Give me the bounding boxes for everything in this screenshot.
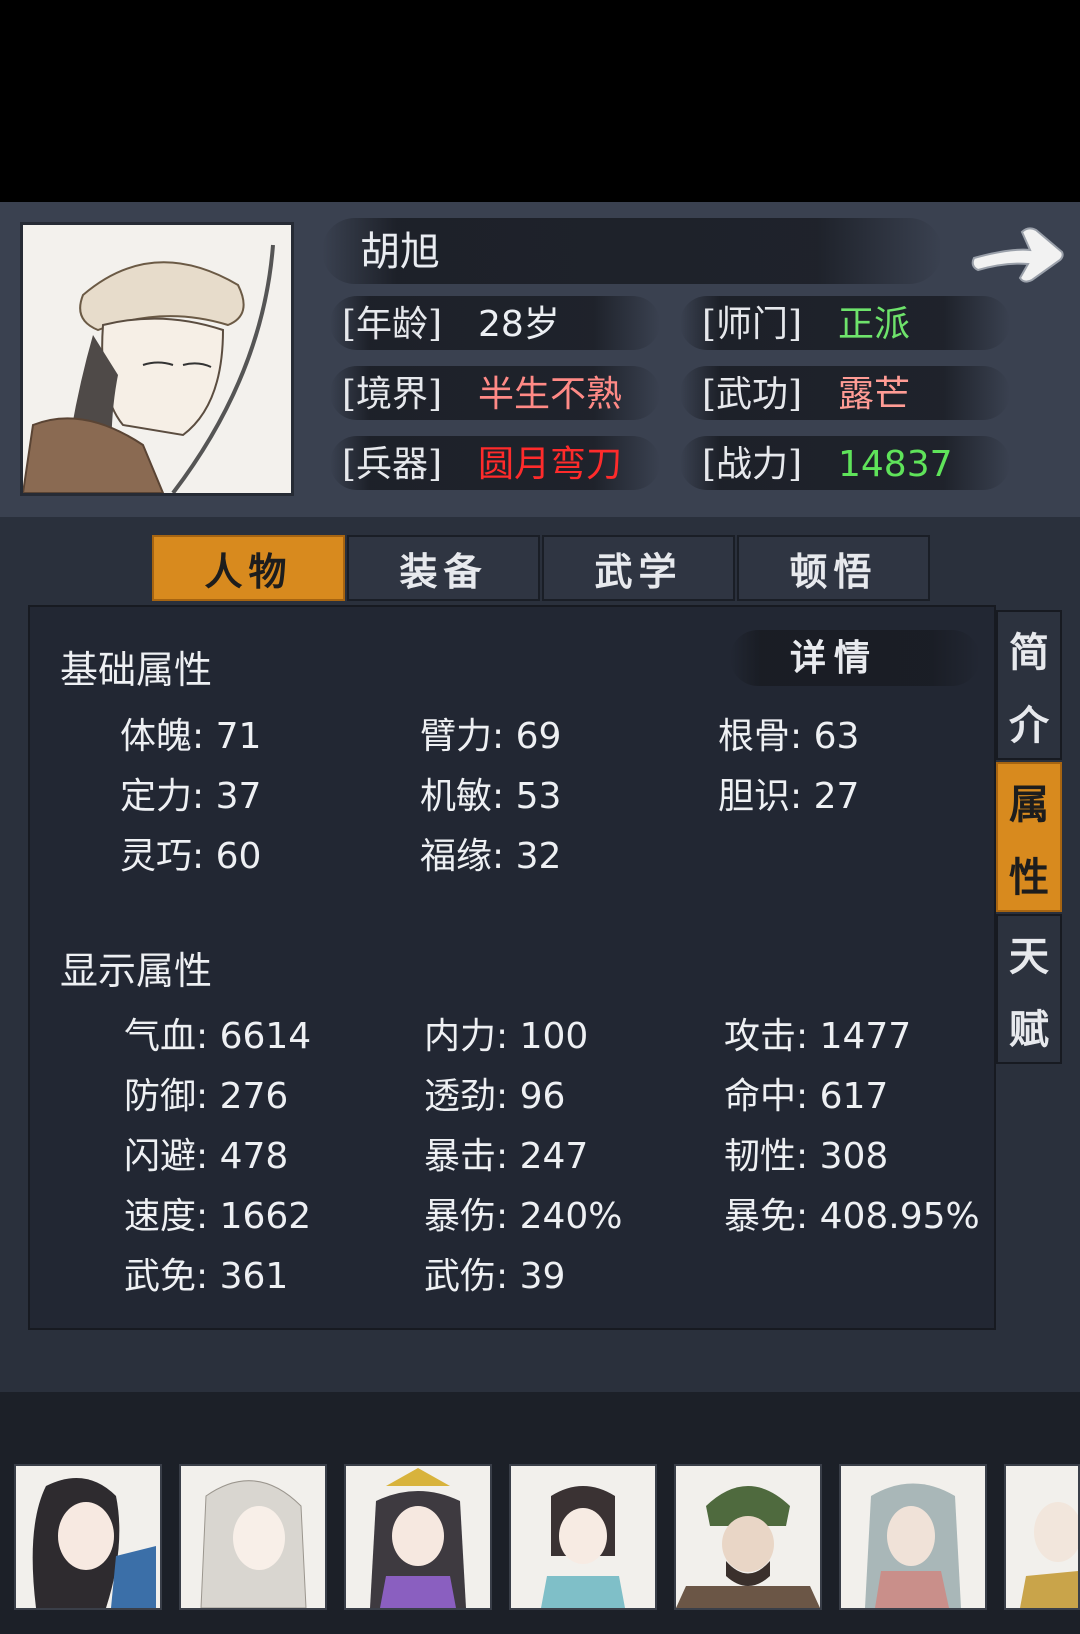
stat-dodge: 闪避: 478 [124,1136,289,1177]
tab-character[interactable]: 人物 [152,535,345,601]
tab-martial-arts[interactable]: 武学 [542,535,735,601]
stat-crit-resist: 暴免: 408.95% [724,1196,980,1237]
martial-art-label: [武功] [702,374,803,415]
side-tab-talent[interactable]: 天 赋 [996,914,1062,1064]
martial-art-value: 露芒 [838,374,911,415]
side-tab-talent-char-2: 赋 [1009,1005,1049,1053]
side-tab-attributes-char-2: 性 [1009,853,1049,901]
stat-bone: 根骨: 63 [718,716,860,757]
power-value: 14837 [838,444,953,485]
stat-composure: 定力: 37 [120,776,262,817]
portrait-illustration [23,225,291,493]
side-tab-attributes[interactable]: 属 性 [996,762,1062,912]
stat-physique: 体魄: 71 [120,716,262,757]
stat-penetration: 透劲: 96 [424,1076,566,1117]
side-tab-intro-char-1: 简 [1009,628,1049,676]
side-tab-attributes-char-1: 属 [1009,780,1049,828]
stat-fortune: 福缘: 32 [420,836,562,877]
stat-martial-damage: 武伤: 39 [424,1256,566,1297]
party-avatar-7[interactable] [1004,1464,1080,1610]
avatar-portrait-7 [1006,1466,1078,1608]
side-tab-intro[interactable]: 简 介 [996,610,1062,760]
party-avatar-5[interactable] [674,1464,822,1610]
party-avatar-2[interactable] [179,1464,327,1610]
party-avatar-3[interactable] [344,1464,492,1610]
next-arrow-icon[interactable] [970,218,1066,288]
stat-martial-resist: 武免: 361 [124,1256,289,1297]
side-tab-bar: 简 介 属 性 天 赋 [996,610,1062,1066]
avatar-portrait-4 [511,1466,655,1608]
avatar-portrait-1 [16,1466,160,1608]
character-name: 胡旭 [360,229,440,275]
stat-inner-power: 内力: 100 [424,1016,589,1057]
stat-agility: 机敏: 53 [420,776,562,817]
party-avatar-6[interactable] [839,1464,987,1610]
display-attributes-title: 显示属性 [60,949,213,993]
stat-arm-strength: 臂力: 69 [420,716,562,757]
stat-crit: 暴击: 247 [424,1136,589,1177]
stat-accuracy: 命中: 617 [724,1076,889,1117]
tab-equipment[interactable]: 装备 [347,535,540,601]
power-label: [战力] [702,444,803,485]
detail-button[interactable]: 详情 [790,632,878,684]
realm-value: 半生不熟 [478,374,623,415]
avatar-portrait-2 [181,1466,325,1608]
party-avatar-4[interactable] [509,1464,657,1610]
stat-dexterity: 灵巧: 60 [120,836,262,877]
weapon-label: [兵器] [342,444,443,485]
stat-toughness: 韧性: 308 [724,1136,889,1177]
stat-defense: 防御: 276 [124,1076,289,1117]
realm-label: [境界] [342,374,443,415]
side-tab-talent-char-1: 天 [1009,932,1049,980]
stat-attack: 攻击: 1477 [724,1016,912,1057]
tab-bar: 人物 装备 武学 顿悟 [152,535,932,603]
sect-value: 正派 [838,304,911,345]
stat-speed: 速度: 1662 [124,1196,312,1237]
party-avatar-1[interactable] [14,1464,162,1610]
base-attributes-title: 基础属性 [60,648,213,692]
avatar-portrait-5 [676,1466,820,1608]
stat-courage: 胆识: 27 [718,776,860,817]
character-portrait [20,222,294,496]
tab-enlightenment[interactable]: 顿悟 [737,535,930,601]
stat-crit-damage: 暴伤: 240% [424,1196,623,1237]
avatar-portrait-6 [841,1466,985,1608]
stat-hp: 气血: 6614 [124,1016,312,1057]
avatar-portrait-3 [346,1466,490,1608]
age-label: [年龄] [342,304,443,345]
sect-label: [师门] [702,304,803,345]
side-tab-intro-char-2: 介 [1009,701,1049,749]
weapon-value: 圆月弯刀 [478,444,623,485]
age-value: 28岁 [478,304,560,345]
